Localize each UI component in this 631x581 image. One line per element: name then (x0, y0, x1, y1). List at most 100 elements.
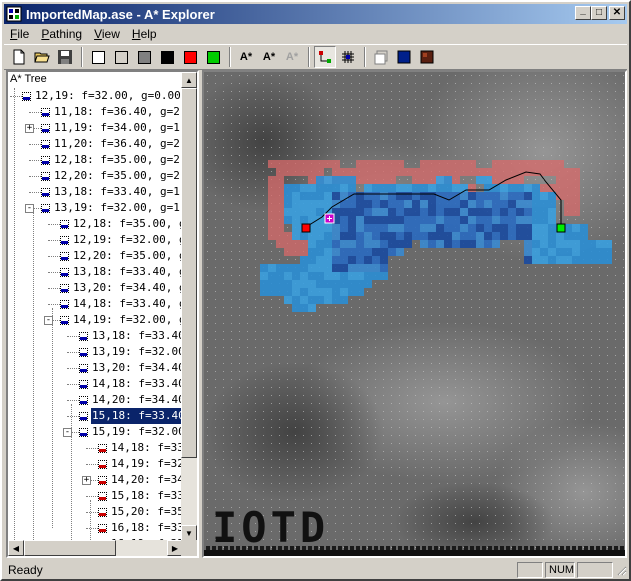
open-cell (356, 224, 364, 232)
status-cell-scroll (577, 562, 613, 578)
astar-step-button[interactable]: A* (258, 46, 280, 68)
open-cell (596, 248, 604, 256)
closed-cell (548, 168, 556, 176)
menu-help[interactable]: Help (126, 27, 163, 41)
open-cell (284, 264, 292, 272)
scroll-up-button[interactable]: ▲ (181, 72, 197, 88)
open-cell (524, 184, 532, 192)
astar-reset-button[interactable]: A* (281, 46, 303, 68)
tree-node-icon (41, 188, 50, 197)
open-cell (348, 176, 356, 184)
tree-connector (67, 352, 79, 353)
open-cell (348, 256, 356, 264)
open-cell (300, 296, 308, 304)
tree-expand-icon[interactable]: + (25, 124, 34, 133)
tree-horizontal-scrollbar[interactable]: ◀ ▶ (8, 540, 183, 556)
open-cell (340, 296, 348, 304)
open-cell (476, 224, 484, 232)
tree-vertical-scrollbar[interactable]: ▲ ▼ (181, 72, 197, 541)
map-canvas[interactable]: IOTD (204, 72, 625, 556)
properties-button[interactable] (370, 46, 392, 68)
maximize-button[interactable]: □ (591, 6, 607, 20)
closed-cell (292, 248, 300, 256)
open-cell (340, 240, 348, 248)
wall-block (530, 546, 534, 550)
tree-connector (48, 256, 60, 257)
terrain-white-button[interactable] (87, 46, 109, 68)
open-cell (452, 232, 460, 240)
tree-horizontal-thumb[interactable] (24, 540, 116, 556)
tree-view[interactable]: A* Tree 12,19: f=32.00, g=0.00, h= 11,18:… (8, 72, 183, 541)
terrain-lightgray-button[interactable] (110, 46, 132, 68)
app-window: ImportedMap.ase - A* Explorer _ □ ✕ File… (0, 0, 631, 581)
show-path-button[interactable] (314, 46, 336, 68)
wall-block (524, 546, 528, 550)
open-cell (340, 264, 348, 272)
tree-connector (48, 304, 60, 305)
scroll-left-button[interactable]: ◀ (8, 540, 24, 556)
start-red-button[interactable] (179, 46, 201, 68)
astar-tree-panel[interactable]: A* Tree 12,19: f=32.00, g=0.00, h= 11,18:… (6, 70, 199, 558)
open-cell (332, 256, 340, 264)
goal-green-button[interactable] (202, 46, 224, 68)
open-cell (380, 200, 388, 208)
open-cell (348, 208, 356, 216)
new-file-icon (13, 49, 25, 65)
open-cell (404, 224, 412, 232)
terrain-gray-button[interactable] (133, 46, 155, 68)
open-cell (292, 200, 300, 208)
close-button[interactable]: ✕ (609, 6, 625, 20)
open-cell (444, 232, 452, 240)
status-cell-caps (517, 562, 543, 578)
open-button[interactable] (31, 46, 53, 68)
open-cell (380, 208, 388, 216)
open-cell (460, 216, 468, 224)
open-cell (572, 256, 580, 264)
open-cell (428, 192, 436, 200)
open-cell (356, 200, 364, 208)
astar-run-button[interactable]: A* (235, 46, 257, 68)
menu-pathing[interactable]: Pathing (35, 27, 88, 41)
closed-cell (284, 248, 292, 256)
title-bar[interactable]: ImportedMap.ase - A* Explorer _ □ ✕ (4, 4, 627, 24)
open-cell (316, 280, 324, 288)
closed-cell (364, 176, 372, 184)
open-cell (308, 288, 316, 296)
open-cell (516, 200, 524, 208)
open-cell (308, 256, 316, 264)
open-cell (540, 216, 548, 224)
open-cell (308, 208, 316, 216)
open-cell (388, 240, 396, 248)
open-cell (380, 264, 388, 272)
terrain-black-button[interactable] (156, 46, 178, 68)
open-cell (532, 240, 540, 248)
tree-vertical-thumb[interactable] (181, 88, 197, 458)
minimize-button[interactable]: _ (575, 6, 591, 20)
open-cell (396, 216, 404, 224)
scroll-down-button[interactable]: ▼ (181, 525, 197, 541)
tree-expand-icon[interactable]: + (82, 476, 91, 485)
resize-grip-icon[interactable] (615, 564, 627, 576)
wall-block (446, 546, 450, 550)
show-grid-button[interactable] (337, 46, 359, 68)
wall-block (344, 546, 348, 550)
open-cell (436, 184, 444, 192)
menu-file[interactable]: File (4, 27, 35, 41)
open-cell (300, 288, 308, 296)
open-cell (452, 200, 460, 208)
map-view[interactable]: IOTD (202, 70, 627, 558)
tree-node-label: 12,18: f=35.00, g=2 (73, 217, 183, 230)
closed-cell (356, 160, 364, 168)
view-blue-button[interactable] (393, 46, 415, 68)
open-cell (348, 192, 356, 200)
open-cell (476, 176, 484, 184)
open-cell (428, 216, 436, 224)
view-red-button[interactable] (416, 46, 438, 68)
new-file-button[interactable] (8, 46, 30, 68)
closed-cell (484, 168, 492, 176)
menu-view[interactable]: View (88, 27, 126, 41)
open-cell (484, 200, 492, 208)
save-button[interactable] (54, 46, 76, 68)
open-cell (540, 248, 548, 256)
terrain-white-swatch (91, 50, 105, 64)
